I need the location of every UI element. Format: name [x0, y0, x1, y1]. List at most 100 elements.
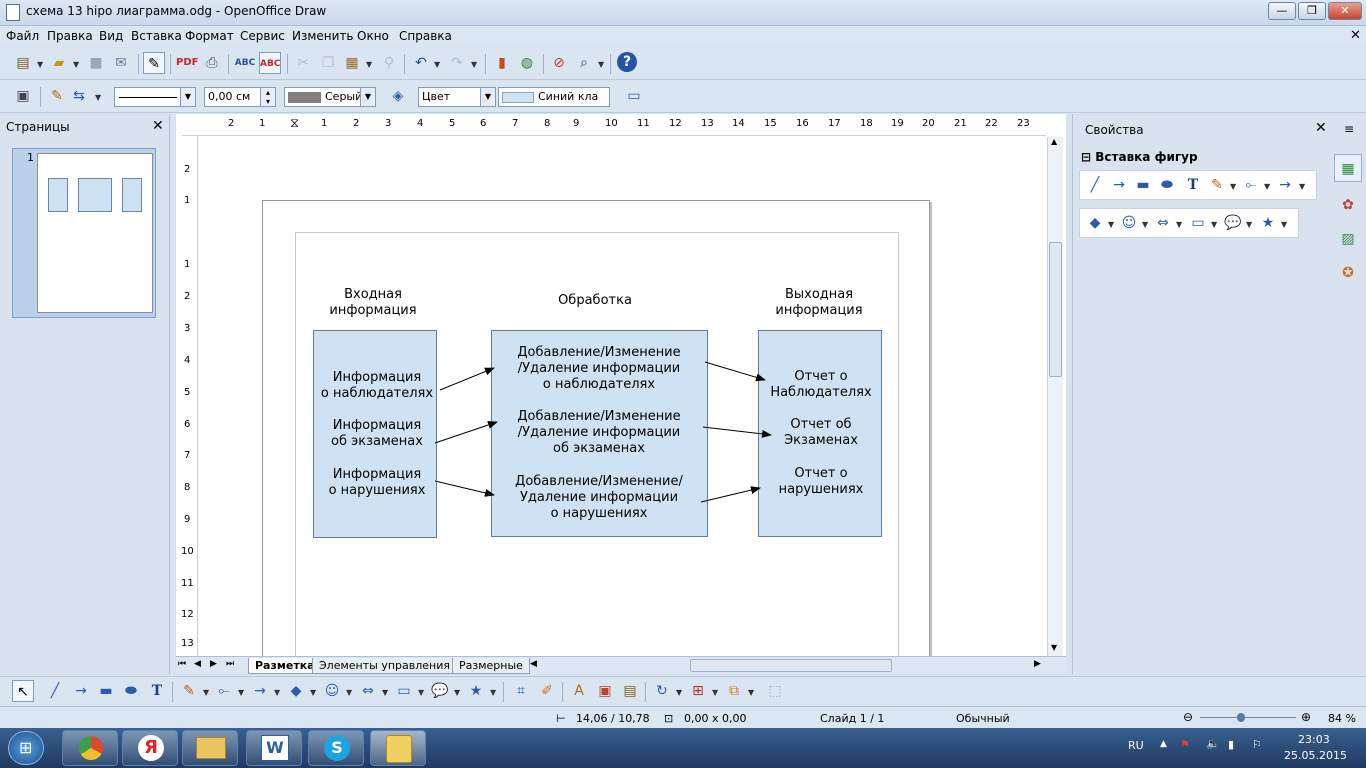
block-arrows-icon[interactable]: ⇔ — [357, 680, 379, 702]
tab-layout[interactable]: Разметка — [248, 658, 322, 674]
rectangle-tool-icon[interactable]: ▬ — [1132, 174, 1154, 196]
tab-controls[interactable]: Элементы управления — [312, 658, 457, 674]
menu-tools[interactable]: Сервис — [240, 29, 285, 43]
navigator-icon[interactable]: ⊘ — [548, 52, 570, 74]
clock-time[interactable]: 23:03 — [1298, 733, 1330, 746]
properties-tab-icon[interactable]: ▦ — [1334, 154, 1362, 182]
zoom-in-icon[interactable]: ⊕ — [1301, 710, 1311, 724]
curve-tool-icon[interactable]: ✎ — [1206, 174, 1228, 196]
menu-format[interactable]: Формат — [185, 29, 234, 43]
menu-modify[interactable]: Изменить — [292, 29, 354, 43]
scroll-up-icon[interactable]: ▲ — [1051, 137, 1057, 146]
cut-icon[interactable]: ✂ — [292, 52, 314, 74]
line-tool-icon[interactable]: ╱ — [44, 680, 66, 702]
gallery-icon[interactable]: ◍ — [516, 52, 538, 74]
clock-date[interactable]: 25.05.2015 — [1284, 749, 1347, 762]
indent-marker-icon[interactable]: ⧖ — [290, 116, 299, 131]
gallery-tab-icon[interactable]: ▨ — [1335, 226, 1361, 252]
scroll-left-icon[interactable]: ◀ — [530, 659, 537, 669]
document-canvas[interactable]: Входная информация Обработка Выходная ин… — [202, 137, 1047, 656]
text-tool-icon[interactable]: T — [146, 680, 168, 702]
menu-insert[interactable]: Вставка — [131, 29, 182, 43]
area-style-select[interactable]: Цвет ▼ — [418, 87, 496, 107]
arrow-tool-icon[interactable]: → — [70, 680, 92, 702]
arrow-style-icon[interactable]: ⇆ — [68, 85, 90, 107]
start-button[interactable]: ⊞ — [8, 731, 44, 765]
taskbar-word[interactable]: W — [246, 730, 302, 766]
chart-icon[interactable]: ▮ — [491, 52, 513, 74]
taskbar-explorer[interactable] — [182, 730, 238, 766]
taskbar-chrome[interactable] — [62, 730, 118, 766]
flowchart-icon[interactable]: ▭ — [1187, 212, 1209, 234]
menu-edit[interactable]: Правка — [47, 29, 93, 43]
line-icon[interactable]: ✎ — [46, 85, 68, 107]
text-tool-icon[interactable]: T — [1182, 174, 1204, 196]
symbol-shapes-icon[interactable]: ☺ — [1118, 212, 1140, 234]
maximize-button[interactable]: ❐ — [1298, 2, 1326, 20]
flowchart-icon[interactable]: ▭ — [393, 680, 415, 702]
lines-arrows-tool-icon[interactable]: → — [1274, 174, 1296, 196]
from-file-icon[interactable]: ▣ — [594, 680, 616, 702]
volume-icon[interactable]: 🔈 — [1206, 737, 1220, 750]
export-pdf-icon[interactable]: PDF — [176, 52, 198, 74]
scroll-right-icon[interactable]: ▶ — [1034, 659, 1041, 669]
menu-help[interactable]: Справка — [399, 29, 452, 43]
language-indicator[interactable]: RU — [1128, 739, 1144, 752]
block-arrows-icon[interactable]: ⇔ — [1152, 212, 1174, 234]
help-icon[interactable]: ? — [617, 52, 637, 72]
next-tab-icon[interactable]: ▶ — [210, 659, 217, 669]
page-thumbnail[interactable]: 1 — [12, 148, 156, 318]
close-properties-icon[interactable]: ✕ — [1315, 120, 1327, 136]
curve-tool-icon[interactable]: ✎ — [178, 680, 200, 702]
glue-points-icon[interactable]: ✐ — [536, 680, 558, 702]
rectangle-tool-icon[interactable]: ▬ — [95, 680, 117, 702]
last-tab-icon[interactable]: ⏭ — [226, 659, 234, 669]
stars-icon[interactable]: ★ — [465, 680, 487, 702]
lines-arrows-tool-icon[interactable]: → — [249, 680, 271, 702]
action-center-icon[interactable]: ⚐ — [1252, 738, 1262, 751]
vertical-scroll-thumb[interactable] — [1049, 242, 1062, 377]
save-icon[interactable]: ■ — [85, 52, 107, 74]
vertical-scrollbar[interactable]: ▲ ▼ — [1047, 137, 1063, 656]
first-tab-icon[interactable]: ⏮ — [178, 659, 186, 669]
close-document-icon[interactable]: ✕ — [1350, 28, 1361, 43]
connector-tool-icon[interactable]: ⟜ — [1240, 174, 1262, 196]
fontwork-icon[interactable]: A — [568, 680, 590, 702]
signal-icon[interactable]: ▮ — [1228, 738, 1234, 751]
connector-tool-icon[interactable]: ⟜ — [213, 680, 235, 702]
points-icon[interactable]: ⌗ — [510, 680, 532, 702]
select-tool-icon[interactable]: ↖ — [12, 680, 34, 702]
open-icon[interactable]: ▰ — [48, 52, 70, 74]
line-width-field[interactable]: 0,00 см ▴ ▾ — [204, 87, 276, 107]
line-tool-icon[interactable]: ╱ — [1084, 174, 1106, 196]
line-color-select[interactable]: Серый ▼ — [284, 87, 376, 107]
close-pages-panel-icon[interactable]: ✕ — [152, 118, 164, 134]
minimize-button[interactable]: — — [1268, 2, 1296, 20]
zoom-icon[interactable]: ⌕ — [573, 52, 595, 74]
redo-icon[interactable]: ↷ — [446, 52, 468, 74]
menu-view[interactable]: Вид — [99, 29, 123, 43]
shadow-icon[interactable]: ▭ — [623, 85, 645, 107]
ellipse-tool-icon[interactable]: ⬬ — [120, 680, 142, 702]
tab-dimension-lines[interactable]: Размерные — [452, 658, 530, 674]
prev-tab-icon[interactable]: ◀ — [194, 659, 201, 669]
area-fill-icon[interactable]: ◈ — [387, 85, 409, 107]
callouts-icon[interactable]: 💬 — [429, 680, 451, 702]
edit-file-icon[interactable]: ✎ — [143, 52, 165, 74]
arrow-tool-icon[interactable]: → — [1108, 174, 1130, 196]
close-window-button[interactable]: ✕ — [1328, 2, 1362, 20]
navigator-tab-icon[interactable]: ✪ — [1335, 260, 1361, 286]
autospellcheck-icon[interactable]: ABC — [259, 52, 281, 74]
insert-shapes-section[interactable]: ⊟ Вставка фигур — [1081, 150, 1198, 164]
menu-window[interactable]: Окно — [357, 29, 389, 43]
line-style-select[interactable]: ▼ — [114, 87, 196, 107]
basic-shapes-icon[interactable]: ◆ — [1084, 212, 1106, 234]
show-hidden-icons-icon[interactable]: ▲ — [1160, 739, 1167, 749]
callouts-icon[interactable]: 💬 — [1222, 212, 1244, 234]
ellipse-tool-icon[interactable]: ⬬ — [1156, 174, 1178, 196]
collapse-icon[interactable]: ⊟ — [1081, 150, 1091, 164]
email-icon[interactable]: ✉ — [110, 52, 132, 74]
clone-formatting-icon[interactable]: ⚲ — [378, 52, 400, 74]
alignment-icon[interactable]: ⊞ — [687, 680, 709, 702]
taskbar-skype[interactable]: S — [308, 730, 364, 766]
